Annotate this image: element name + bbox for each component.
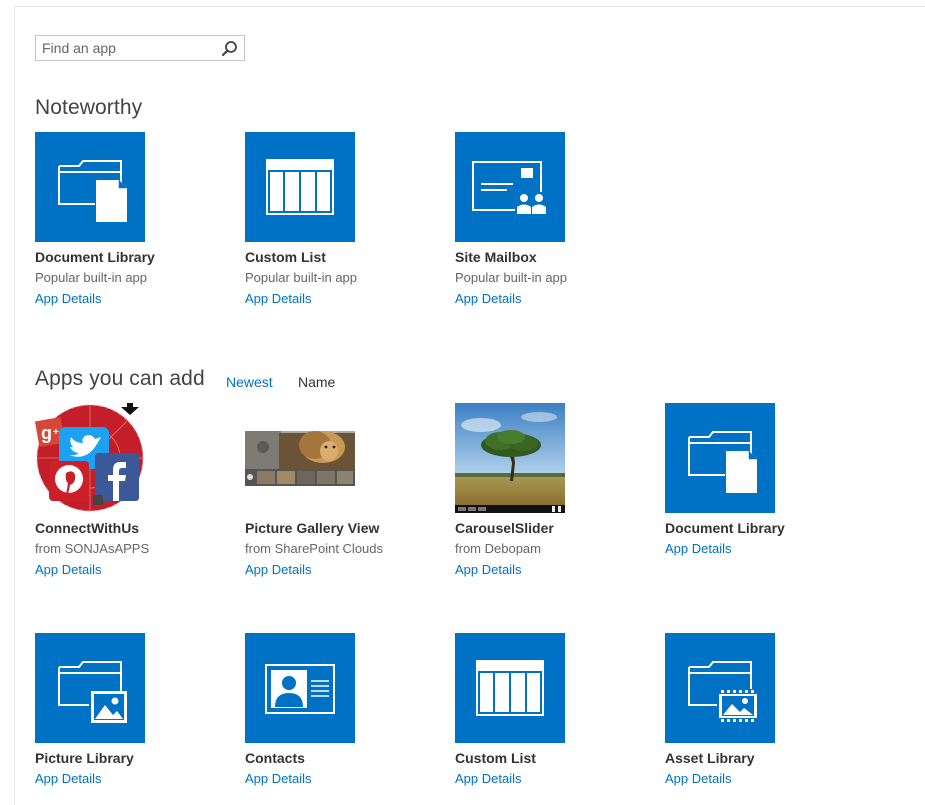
- custom-list-icon: [266, 159, 334, 215]
- left-divider: [14, 6, 15, 805]
- app-details-link[interactable]: App Details: [245, 559, 445, 581]
- picture-library-tile[interactable]: [35, 633, 145, 743]
- tile-title[interactable]: Document Library: [35, 248, 235, 267]
- noteworthy-tile-site-mailbox: Site Mailbox Popular built-in app App De…: [455, 132, 655, 310]
- tile-title[interactable]: Picture Gallery View: [245, 519, 445, 538]
- app-details-link[interactable]: App Details: [455, 768, 655, 790]
- document-library-tile[interactable]: [35, 132, 145, 242]
- tile-title[interactable]: CarouselSlider: [455, 519, 655, 538]
- tile-title[interactable]: Contacts: [245, 749, 445, 768]
- app-details-link[interactable]: App Details: [35, 288, 235, 310]
- svg-text:+: +: [53, 427, 59, 438]
- find-app-input[interactable]: [36, 36, 222, 60]
- tile-publisher: from SONJAsAPPS: [35, 541, 150, 556]
- app-tile-picture-library: Picture Library App Details: [35, 633, 235, 790]
- app-tile-connectwithus: g + ConnectWithUs from SONJAsAPPS App De…: [35, 403, 235, 581]
- site-mailbox-icon: [472, 161, 547, 214]
- carouselslider-thumbnail[interactable]: [455, 403, 565, 513]
- document-library-icon: [58, 160, 127, 222]
- asset-library-tile[interactable]: [665, 633, 775, 743]
- custom-list-tile[interactable]: [245, 132, 355, 242]
- tile-title[interactable]: Custom List: [245, 248, 445, 267]
- connectwithus-thumbnail[interactable]: g +: [35, 403, 145, 513]
- tile-subtitle: Popular built-in app: [35, 270, 148, 285]
- app-details-link[interactable]: App Details: [455, 288, 655, 310]
- carousel-tree-thumbnail: [455, 403, 565, 513]
- tile-publisher: from SharePoint Clouds: [245, 541, 384, 556]
- app-tile-custom-list: Custom List App Details: [455, 633, 655, 790]
- app-tile-picture-gallery-view: Picture Gallery View from SharePoint Clo…: [245, 403, 445, 581]
- contacts-tile[interactable]: [245, 633, 355, 743]
- app-details-link[interactable]: App Details: [245, 288, 445, 310]
- search-icon[interactable]: [221, 40, 238, 57]
- tile-title[interactable]: Asset Library: [665, 749, 865, 768]
- find-app-search-box: [35, 35, 245, 61]
- contacts-icon: [265, 664, 335, 714]
- custom-list-icon: [476, 660, 544, 716]
- document-library-tile[interactable]: [665, 403, 775, 513]
- app-details-link[interactable]: App Details: [455, 559, 655, 581]
- app-details-link[interactable]: App Details: [35, 559, 235, 581]
- app-tile-carouselslider: CarouselSlider from Debopam App Details: [455, 403, 655, 581]
- tile-publisher: from Debopam: [455, 541, 541, 556]
- tile-title[interactable]: ConnectWithUs: [35, 519, 235, 538]
- app-tile-asset-library: Asset Library App Details: [665, 633, 865, 790]
- top-divider: [14, 6, 925, 7]
- picture-gallery-view-thumbnail[interactable]: [245, 403, 355, 513]
- tile-title[interactable]: Picture Library: [35, 749, 235, 768]
- noteworthy-tile-custom-list: Custom List Popular built-in app App Det…: [245, 132, 445, 310]
- app-details-link[interactable]: App Details: [665, 538, 865, 560]
- social-media-logo: g +: [35, 403, 144, 512]
- sort-newest-link[interactable]: Newest: [226, 374, 273, 390]
- app-details-link[interactable]: App Details: [665, 768, 865, 790]
- apps-you-can-add-heading: Apps you can add: [35, 367, 205, 390]
- tile-subtitle: Popular built-in app: [245, 270, 358, 285]
- custom-list-tile[interactable]: [455, 633, 565, 743]
- site-mailbox-tile[interactable]: [455, 132, 565, 242]
- noteworthy-heading: Noteworthy: [35, 96, 143, 119]
- tile-title[interactable]: Document Library: [665, 519, 865, 538]
- app-tile-contacts: Contacts App Details: [245, 633, 445, 790]
- asset-library-icon: [688, 661, 757, 723]
- picture-library-icon: [58, 661, 127, 723]
- svg-text:g: g: [41, 423, 52, 443]
- noteworthy-tile-document-library: Document Library Popular built-in app Ap…: [35, 132, 235, 310]
- app-details-link[interactable]: App Details: [35, 768, 235, 790]
- tile-title[interactable]: Site Mailbox: [455, 248, 655, 267]
- sort-name-link[interactable]: Name: [298, 374, 335, 390]
- tile-title[interactable]: Custom List: [455, 749, 655, 768]
- add-an-app-page: Noteworthy Document Library Popular buil…: [0, 0, 925, 805]
- app-details-link[interactable]: App Details: [245, 768, 445, 790]
- tile-subtitle: Popular built-in app: [455, 270, 568, 285]
- document-library-icon: [688, 431, 757, 493]
- app-tile-document-library: Document Library App Details: [665, 403, 865, 560]
- picture-gallery-thumbnail: [245, 431, 355, 486]
